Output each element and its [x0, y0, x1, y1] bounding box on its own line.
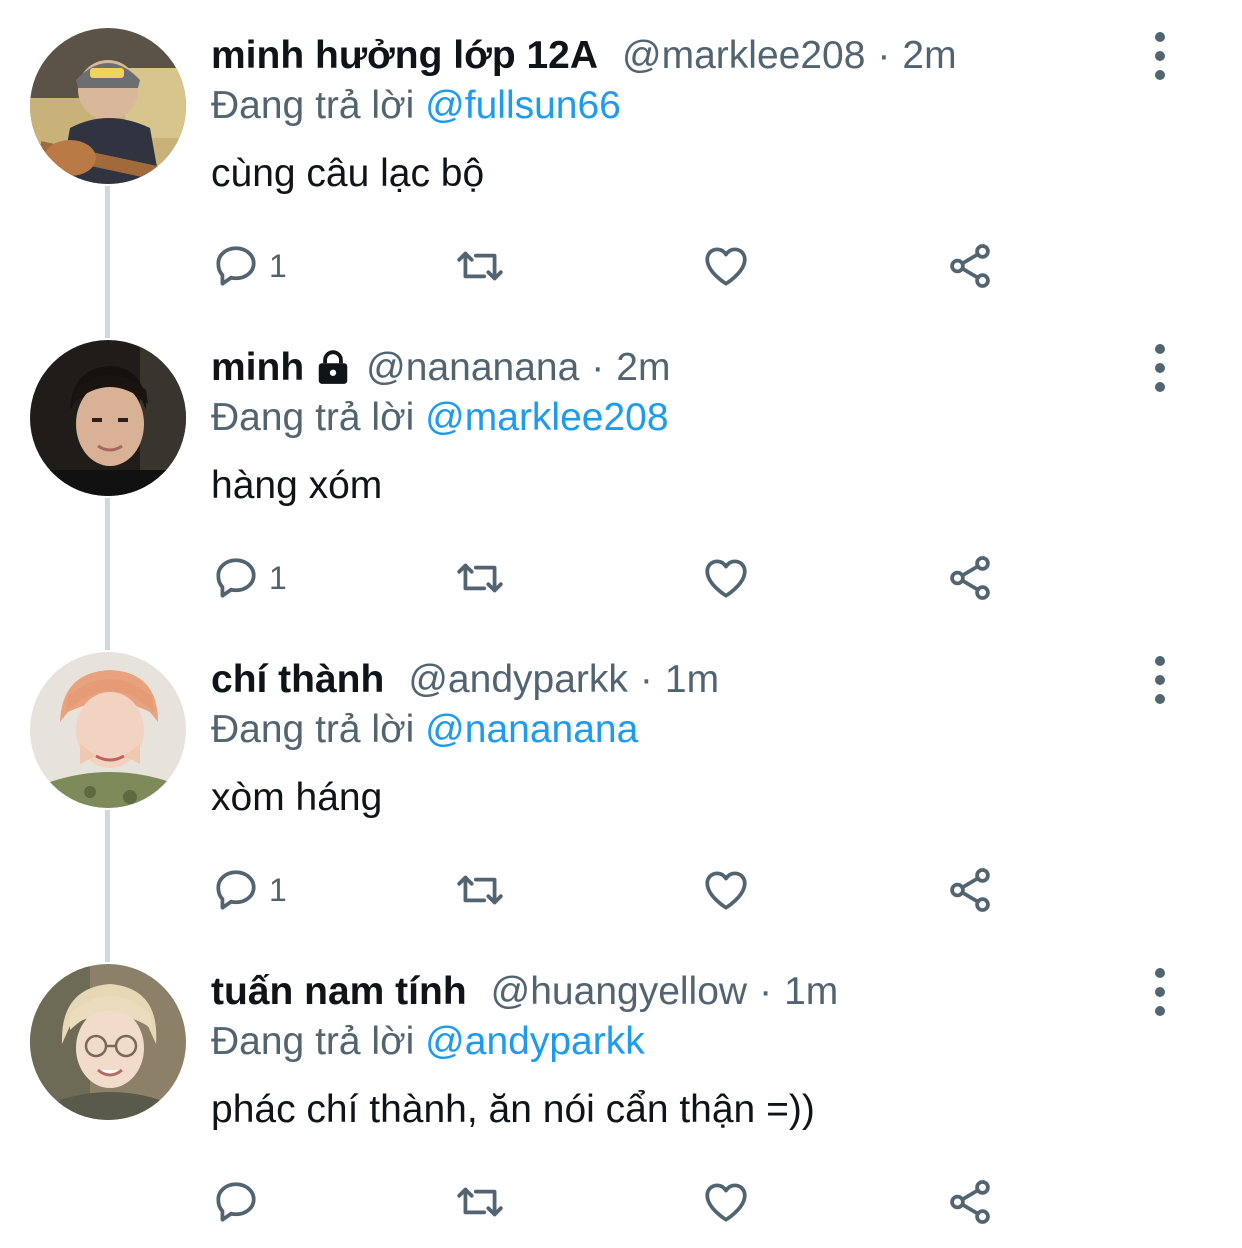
share-icon — [950, 556, 990, 600]
share-button[interactable] — [945, 1174, 995, 1230]
tweet[interactable]: minh hưởng lớp 12A @marklee208 · 2m Đang… — [0, 0, 1242, 312]
reply-button[interactable] — [211, 1174, 269, 1230]
replying-to: Đang trả lời @andyparkk — [211, 1020, 645, 1064]
retweet-icon — [457, 563, 503, 593]
like-button[interactable] — [701, 1174, 751, 1230]
replying-to-label: Đang trả lời — [211, 1020, 426, 1063]
timestamp[interactable]: 2m — [902, 34, 956, 78]
separator: · — [877, 34, 891, 77]
replying-to-label: Đang trả lời — [211, 396, 426, 439]
reply-icon — [216, 558, 256, 598]
more-options-icon[interactable] — [1140, 32, 1180, 80]
separator: · — [639, 658, 653, 701]
share-icon — [950, 244, 990, 288]
reply-button[interactable]: 1 — [211, 238, 287, 294]
display-name[interactable]: chí thành — [211, 658, 384, 702]
replying-to: Đang trả lời @fullsun66 — [211, 84, 621, 128]
username[interactable]: @marklee208 — [622, 34, 865, 78]
retweet-icon — [457, 1187, 503, 1217]
tweet[interactable]: tuấn nam tính @huangyellow · 1m Đang trả… — [0, 936, 1242, 1248]
tweet-text: hàng xóm — [211, 464, 383, 507]
share-icon — [950, 868, 990, 912]
mention-link[interactable]: @fullsun66 — [425, 84, 621, 127]
retweet-button[interactable] — [455, 550, 505, 606]
like-button[interactable] — [701, 550, 751, 606]
heart-icon — [705, 559, 747, 598]
more-options-icon[interactable] — [1140, 968, 1180, 1016]
avatar[interactable] — [30, 28, 186, 184]
separator: · — [591, 346, 605, 389]
like-button[interactable] — [701, 862, 751, 918]
retweet-icon — [457, 875, 503, 905]
separator: · — [759, 970, 773, 1013]
retweet-button[interactable] — [455, 1174, 505, 1230]
retweet-icon — [457, 251, 503, 281]
heart-icon — [705, 1183, 747, 1222]
tweet[interactable]: chí thành @andyparkk · 1m Đang trả lời @… — [0, 624, 1242, 936]
share-button[interactable] — [945, 550, 995, 606]
mention-link[interactable]: @marklee208 — [425, 396, 668, 439]
mention-link[interactable]: @andyparkk — [425, 1020, 645, 1063]
timestamp[interactable]: 2m — [616, 346, 670, 390]
share-button[interactable] — [945, 238, 995, 294]
tweet[interactable]: minh @nananana · 2m Đang trả lời @markle… — [0, 312, 1242, 624]
reply-icon — [216, 870, 256, 910]
username[interactable]: @nananana — [366, 346, 579, 390]
display-name[interactable]: minh — [211, 346, 304, 390]
timestamp[interactable]: 1m — [665, 658, 719, 702]
mention-link[interactable]: @nananana — [425, 708, 638, 751]
share-icon — [950, 1180, 990, 1224]
retweet-button[interactable] — [455, 238, 505, 294]
username[interactable]: @huangyellow — [491, 970, 747, 1014]
share-button[interactable] — [945, 862, 995, 918]
tweet-text: xòm háng — [211, 776, 383, 819]
display-name[interactable]: minh hưởng lớp 12A — [211, 34, 598, 78]
timestamp[interactable]: 1m — [784, 970, 838, 1014]
tweet-text: phác chí thành, ăn nói cẩn thận =)) — [211, 1088, 815, 1131]
reply-count: 1 — [269, 559, 287, 596]
reply-icon — [216, 1182, 256, 1222]
tweet-text: cùng câu lạc bộ — [211, 152, 485, 195]
display-name[interactable]: tuấn nam tính — [211, 970, 467, 1014]
username[interactable]: @andyparkk — [408, 658, 628, 702]
avatar[interactable] — [30, 340, 186, 496]
reply-count: 1 — [269, 247, 287, 284]
like-button[interactable] — [701, 238, 751, 294]
reply-button[interactable]: 1 — [211, 862, 287, 918]
more-options-icon[interactable] — [1140, 656, 1180, 704]
retweet-button[interactable] — [455, 862, 505, 918]
heart-icon — [705, 247, 747, 286]
avatar[interactable] — [30, 964, 186, 1120]
replying-to: Đang trả lời @marklee208 — [211, 396, 669, 440]
replying-to: Đang trả lời @nananana — [211, 708, 638, 752]
reply-icon — [216, 246, 256, 286]
lock-icon — [318, 350, 348, 384]
heart-icon — [705, 871, 747, 910]
reply-button[interactable]: 1 — [211, 550, 287, 606]
reply-count: 1 — [269, 871, 287, 908]
replying-to-label: Đang trả lời — [211, 84, 426, 127]
more-options-icon[interactable] — [1140, 344, 1180, 392]
avatar[interactable] — [30, 652, 186, 808]
replying-to-label: Đang trả lời — [211, 708, 426, 751]
